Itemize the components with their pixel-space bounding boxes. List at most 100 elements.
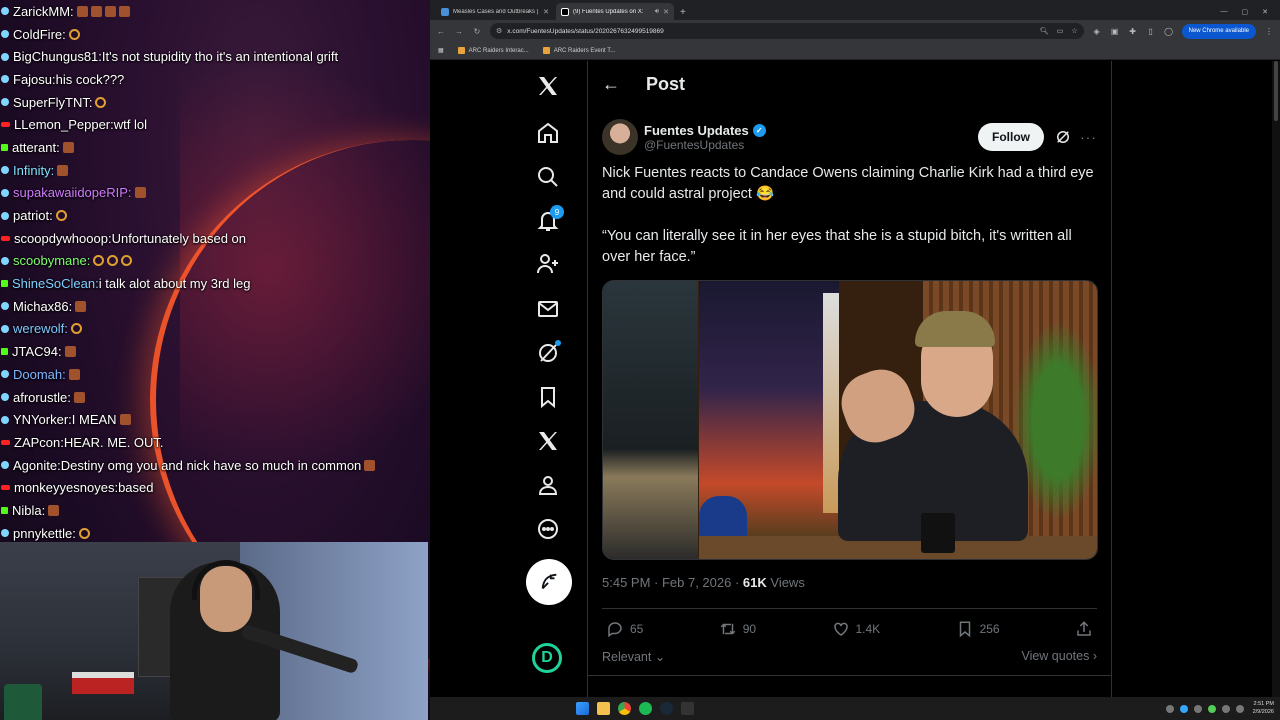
reply-options: Relevant ⌄ View quotes ›: [602, 649, 1097, 665]
update-chrome-button[interactable]: New Chrome available: [1181, 23, 1256, 39]
x-page: 9 D ← Post Fuentes Updates ✓ @FuentesUpd…: [430, 61, 1280, 697]
star-icon[interactable]: ☆: [1071, 27, 1077, 35]
bookmark-item[interactable]: ARC Raiders Interac...: [457, 47, 529, 54]
page-scrollbar[interactable]: ▲: [1272, 61, 1280, 697]
profile-icon[interactable]: ◯: [1164, 27, 1174, 36]
tray-icon[interactable]: [1208, 704, 1216, 713]
post-video[interactable]: [602, 280, 1098, 560]
chat-emote-icon: [118, 5, 130, 17]
premium-x-icon[interactable]: [528, 421, 568, 461]
home-icon[interactable]: [528, 113, 568, 153]
tab-measles[interactable]: Measles Cases and Outbreaks | ✕: [436, 3, 554, 20]
bookmarks-icon[interactable]: [528, 377, 568, 417]
chat-emote-icon: [119, 414, 131, 426]
site-info-icon[interactable]: ⚙: [496, 27, 502, 35]
post-timestamp[interactable]: 5:45 PM · Feb 7, 2026 ·: [602, 575, 743, 590]
volume-icon[interactable]: [1236, 704, 1244, 713]
close-tab-icon[interactable]: ✕: [663, 8, 669, 16]
cast-icon[interactable]: ▭: [1057, 27, 1064, 35]
bookmark-icon: [959, 621, 970, 638]
chat-emote-icon: [68, 28, 80, 40]
tray-icon[interactable]: [1166, 704, 1174, 713]
video-mug: [921, 513, 955, 553]
spotify-icon[interactable]: [639, 702, 652, 715]
grok-icon[interactable]: [528, 333, 568, 373]
address-bar[interactable]: ⚙ x.com/FuentesUpdates/status/2020267632…: [490, 23, 1084, 39]
chat-message: Nibla:: [0, 499, 430, 522]
post-text: Nick Fuentes reacts to Candace Owens cla…: [602, 163, 1097, 268]
mute-tab-icon[interactable]: 🔊︎: [655, 8, 659, 16]
chat-feed: ZarickMM: ColdFire: BigChungus81: It's not …: [0, 0, 430, 545]
chat-emote-icon: [104, 5, 116, 17]
notifications-icon[interactable]: 9: [528, 201, 568, 241]
author-handle[interactable]: @FuentesUpdates: [644, 138, 766, 152]
books: [72, 672, 134, 694]
chat-message: YNYorker: I MEAN: [0, 408, 430, 431]
steam-icon[interactable]: [660, 702, 673, 715]
display-name[interactable]: Fuentes Updates ✓: [644, 123, 766, 138]
taskbar-clock[interactable]: 2:51 PM 2/9/2026: [1253, 700, 1274, 716]
menu-icon[interactable]: ⋮: [1264, 27, 1274, 36]
back-icon[interactable]: ←: [436, 27, 446, 36]
extension-icon[interactable]: ▣: [1110, 27, 1120, 36]
new-tab-button[interactable]: +: [680, 7, 686, 18]
rumble-platform-icon: [1, 75, 9, 84]
wifi-icon[interactable]: [1222, 704, 1230, 713]
x-logo-icon[interactable]: [528, 66, 568, 106]
reply-sort-dropdown[interactable]: Relevant ⌄: [602, 649, 665, 665]
avatar[interactable]: [602, 119, 638, 155]
scrollbar-thumb[interactable]: [1274, 61, 1278, 121]
kick-platform-icon: [1, 280, 8, 288]
back-arrow-icon[interactable]: ←: [602, 74, 620, 95]
zoom-icon[interactable]: 🔍︎: [1040, 27, 1049, 35]
follow-people-icon[interactable]: [528, 244, 568, 284]
chat-username: patriot:: [13, 208, 53, 224]
profile-icon[interactable]: [528, 465, 568, 505]
bookmark-item[interactable]: ARC Raiders Event T...: [542, 47, 615, 54]
close-window-icon[interactable]: ✕: [1262, 8, 1268, 16]
tray-icon[interactable]: [1180, 704, 1188, 713]
apps-grid-icon[interactable]: ▦: [438, 47, 444, 54]
close-tab-icon[interactable]: ✕: [543, 8, 549, 16]
reply-button[interactable]: 65: [606, 620, 643, 638]
omnibox-actions: 🔍︎ ▭ ☆: [1040, 27, 1078, 35]
share-button[interactable]: [1075, 620, 1093, 638]
sidebar-icon[interactable]: ▯: [1146, 27, 1156, 36]
view-quotes-link[interactable]: View quotes ›: [1021, 649, 1097, 665]
tray-icon[interactable]: [1194, 704, 1202, 713]
rumble-platform-icon: [1, 188, 9, 197]
extension-icon[interactable]: ◈: [1092, 27, 1102, 36]
video-left-pane: [603, 281, 698, 559]
search-icon[interactable]: [528, 157, 568, 197]
maximize-icon[interactable]: ▢: [1242, 8, 1249, 16]
file-explorer-icon[interactable]: [597, 702, 610, 715]
grok-explain-icon[interactable]: [1054, 128, 1072, 146]
chrome-icon[interactable]: [618, 702, 631, 715]
windows-start-icon[interactable]: [576, 702, 589, 715]
repost-button[interactable]: 90: [719, 620, 756, 638]
stream-overlay: ZarickMM: ColdFire: BigChungus81: It's not …: [0, 0, 430, 720]
minimize-icon[interactable]: —: [1221, 8, 1228, 16]
bookmark-button[interactable]: 256: [956, 620, 1000, 638]
reload-icon[interactable]: ↻: [472, 27, 482, 36]
post-more-icon[interactable]: ···: [1080, 129, 1097, 145]
app-icon[interactable]: [681, 702, 694, 715]
compose-post-button[interactable]: [526, 559, 572, 605]
tab-label: Measles Cases and Outbreaks |: [453, 8, 539, 15]
chat-username: scoobymane:: [13, 253, 91, 269]
more-options-icon[interactable]: [528, 509, 568, 549]
forward-icon[interactable]: →: [454, 27, 464, 36]
coffee-cup: [4, 684, 42, 720]
like-button[interactable]: 1.4K: [832, 620, 880, 638]
messages-icon[interactable]: [528, 289, 568, 329]
chat-message: ShineSoClean: i talk alot about my 3rd le…: [0, 272, 430, 295]
x-favicon-icon: [561, 7, 569, 16]
chat-text: Destiny omg you and nick have so much in…: [60, 457, 362, 473]
extensions-puzzle-icon[interactable]: ✚: [1128, 27, 1138, 36]
tab-x-post[interactable]: (9) Fuentes Updates on X: 🔊︎ ✕: [556, 3, 674, 20]
author-names: Fuentes Updates ✓ @FuentesUpdates: [644, 123, 766, 152]
chat-message: JTAC94:: [0, 340, 430, 363]
follow-button[interactable]: Follow: [978, 123, 1044, 151]
window-controls: — ▢ ✕: [1221, 8, 1269, 16]
chat-message: Michax86:: [0, 295, 430, 318]
